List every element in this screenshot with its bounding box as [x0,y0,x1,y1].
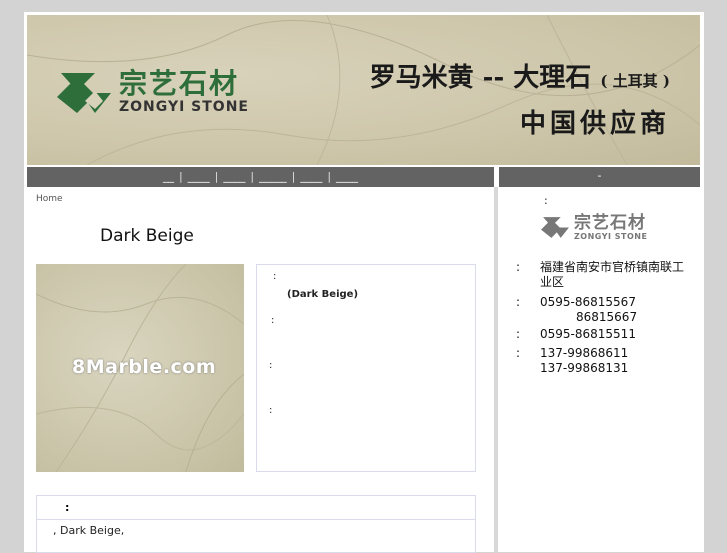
contact-label: : [516,295,521,309]
contact-value: 86815667 [576,310,638,324]
description-header: : [36,495,476,520]
sidebar-logo[interactable]: 宗艺石材 ZONGYI STONE [539,212,647,242]
nav-item-5[interactable]: ____ [295,167,327,187]
breadcrumb[interactable]: Home [36,194,63,204]
contact-value: 福建省南安市官桥镇南联工业区 [540,260,685,289]
header-title: 罗马米黄 -- 大理石 ( 土耳其 ) [370,57,670,94]
contact-value: 137-99868611 [540,346,629,360]
breadcrumb-home[interactable]: Home [36,194,63,204]
main-nav: __ | ____ | ____ | _____ | ____ | ____ [27,167,494,187]
header-banner: 宗艺石材 ZONGYI STONE 罗马米黄 -- 大理石 ( 土耳其 ) 中国… [27,15,700,165]
nav-item-6[interactable]: ____ [331,167,363,187]
contact-label: : [516,346,521,360]
page: 宗艺石材 ZONGYI STONE 罗马米黄 -- 大理石 ( 土耳其 ) 中国… [24,12,704,553]
zongyi-logo-icon [57,73,111,113]
sidebar-nav-header: - [499,167,700,187]
logo-en-text: ZONGYI STONE [119,99,249,115]
image-watermark: 8Marble.com [72,356,217,378]
info-label: : [269,360,273,371]
column-divider [494,187,498,552]
header-title-paren: ( 土耳其 ) [600,72,670,90]
info-label: : [271,315,275,326]
header-subtitle: 中国供应商 [519,109,670,139]
header-title-main: 罗马米黄 -- 大理石 [369,63,592,93]
description-header-text: : [65,501,70,514]
product-info-box: : (Dark Beige) : : : [256,264,476,472]
nav-item-4[interactable]: _____ [254,167,292,187]
product-image[interactable]: 8Marble.com [36,264,244,472]
nav-item-2[interactable]: ____ [183,167,215,187]
logo-cn-text: 宗艺石材 [119,67,240,100]
contact-label: : [516,327,521,341]
product-title: Dark Beige [100,226,194,246]
info-value: (Dark Beige) [287,289,359,300]
contact-value: 137-99868131 [540,361,629,375]
sidebar-heading: : [544,194,548,207]
contact-label: : [516,260,521,274]
contact-value: 0595-86815567 [540,295,636,309]
sidebar-logo-cn: 宗艺石材 [574,212,646,233]
zongyi-logo-icon [541,217,569,238]
brand-logo[interactable]: 宗艺石材 ZONGYI STONE [55,63,249,121]
contact-value: 0595-86815511 [540,327,636,341]
info-label: : [273,271,277,282]
nav-item-1[interactable]: __ [158,167,179,187]
info-label: : [269,405,273,416]
description-body-text: , Dark Beige, [53,524,125,537]
nav-item-3[interactable]: ____ [218,167,250,187]
sidebar-logo-en: ZONGYI STONE [574,231,648,241]
description-body: , Dark Beige, [36,520,476,553]
